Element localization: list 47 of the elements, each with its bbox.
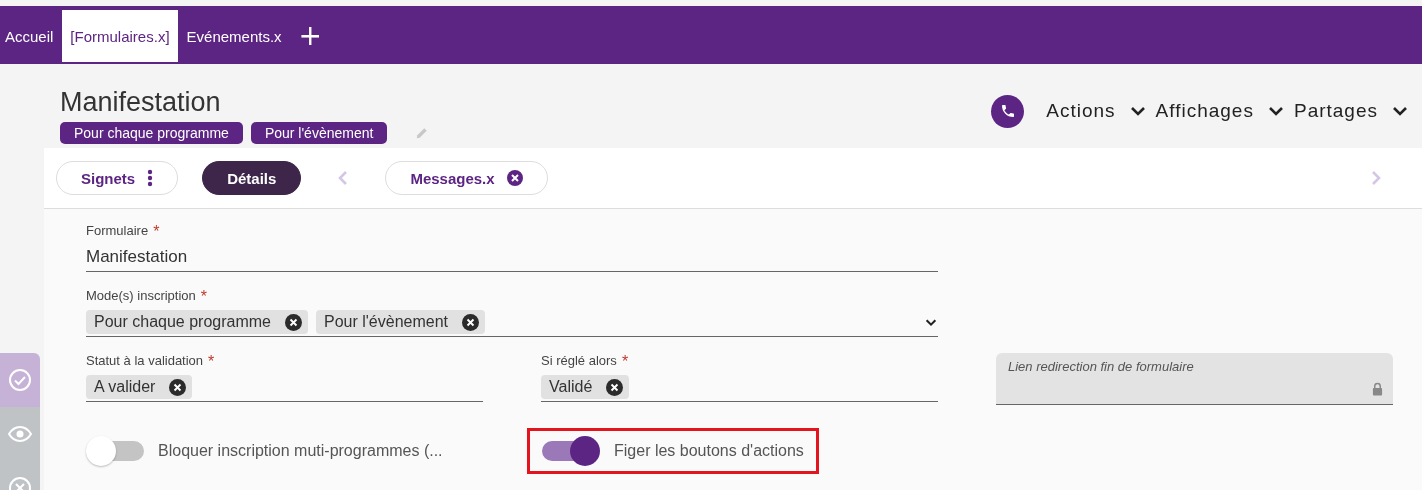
tab[interactable]: [Formulaires.x] (62, 10, 178, 62)
tag: Pour chaque programme (60, 122, 243, 144)
phone-button[interactable] (991, 94, 1025, 128)
select-field[interactable]: A valider (86, 373, 483, 402)
toggle-label: Bloquer inscription muti-programmes (... (158, 442, 443, 460)
menu-button[interactable]: Partages (1293, 100, 1414, 122)
chip: Validé (541, 375, 630, 399)
toggle-switch[interactable] (542, 436, 600, 466)
sidebar-item[interactable] (0, 407, 40, 461)
toggle-switch[interactable] (86, 436, 144, 466)
more-icon (147, 168, 154, 188)
menu-button[interactable]: Affichages (1155, 100, 1290, 122)
remove-icon[interactable] (285, 313, 302, 331)
chip: A valider (86, 375, 193, 399)
check-circle-icon (8, 368, 32, 392)
field-label: Formulaire (86, 223, 149, 238)
required-mark: * (621, 353, 629, 371)
toggle-label: Figer les boutons d'actions (614, 442, 804, 460)
field-label: Si réglé alors (541, 353, 617, 368)
remove-icon[interactable] (606, 378, 624, 396)
tab[interactable]: Accueil (0, 10, 59, 62)
pencil-icon[interactable] (415, 126, 430, 140)
remove-icon[interactable] (169, 378, 187, 396)
select-field[interactable]: Pour chaque programme Pour l'évènement (86, 308, 938, 337)
tab[interactable]: Détails (202, 161, 302, 195)
tab[interactable]: Signets (56, 161, 179, 195)
text-field[interactable]: Manifestation (86, 243, 938, 272)
sidebar-item[interactable] (0, 353, 40, 407)
page-title: Manifestation (60, 86, 222, 118)
tag: Pour l'évènement (250, 122, 388, 144)
required-mark: * (200, 288, 208, 306)
tab[interactable]: Evénements.x (181, 10, 287, 62)
field-label: Mode(s) inscription (86, 288, 196, 303)
phone-icon (999, 103, 1016, 119)
close-icon (506, 170, 523, 186)
menu-button[interactable]: Actions (1046, 100, 1152, 122)
chip: Pour chaque programme (86, 310, 308, 334)
chip: Pour l'évènement (316, 310, 485, 334)
required-mark: * (208, 353, 215, 371)
remove-icon[interactable] (462, 313, 479, 331)
lock-icon (1372, 382, 1383, 396)
tab[interactable]: Messages.x (385, 161, 548, 195)
required-mark: * (153, 223, 160, 241)
text-field[interactable]: Lien redirection fin de formulaire (996, 353, 1393, 405)
select-field[interactable]: Validé (541, 373, 938, 402)
add-tab-button[interactable]: + (290, 6, 331, 64)
field-label: Statut à la validation (86, 353, 204, 368)
